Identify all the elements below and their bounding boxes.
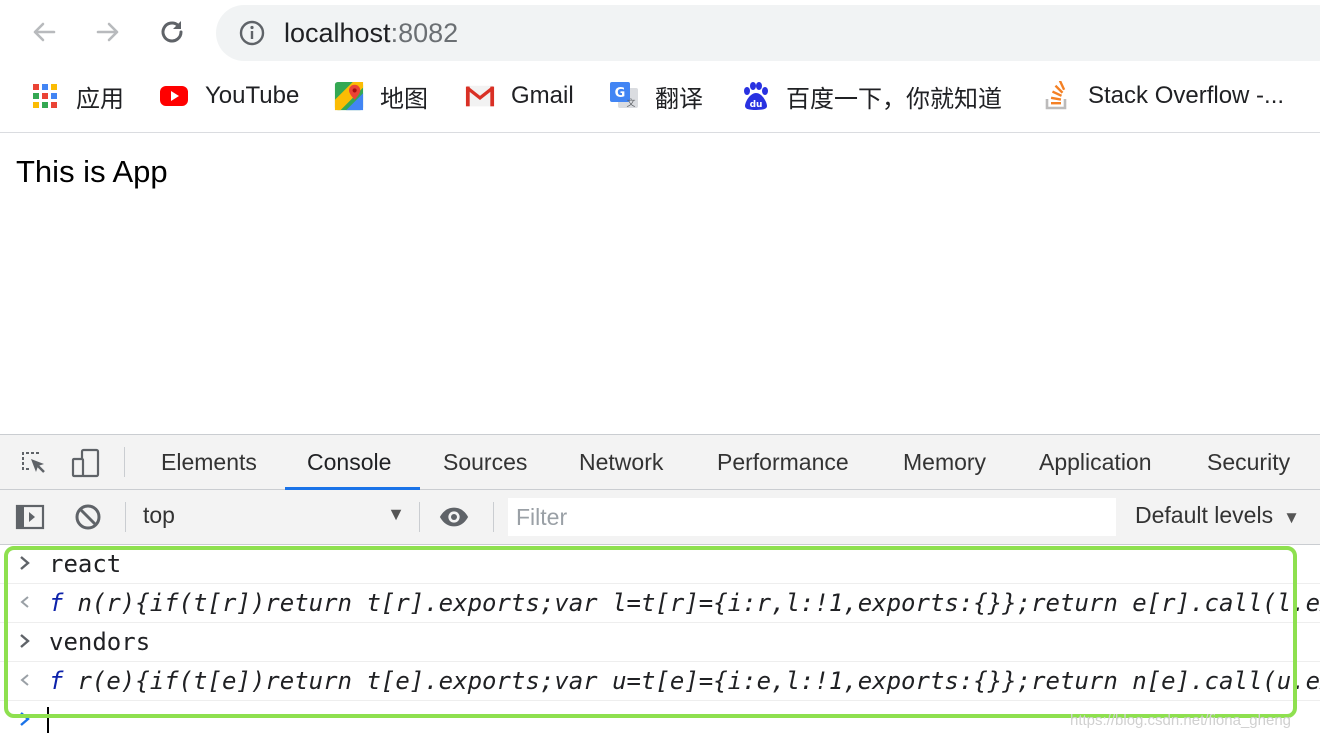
bookmark-label: 地图 (380, 85, 428, 113)
clear-console-button[interactable] (72, 501, 104, 533)
baidu-paw-icon: du (740, 81, 770, 111)
url-host: localhost (284, 18, 391, 48)
google-maps-icon (334, 81, 364, 111)
site-info-icon[interactable] (238, 19, 266, 47)
bookmark-label: 百度一下，你就知道 (786, 85, 1002, 113)
bookmark-gmail[interactable]: Gmail (465, 80, 574, 112)
tab-sources[interactable]: Sources (443, 435, 527, 489)
page-heading: This is App (16, 154, 168, 189)
context-selector[interactable]: top ▼ (143, 502, 405, 532)
text-caret (47, 707, 49, 733)
bookmarks-bar: 应用 YouTube 地图 Gmail G 文 翻译 du 百度一下，你就知道 … (0, 66, 1320, 133)
filter-box (508, 498, 1116, 536)
live-expression-button[interactable] (438, 501, 470, 533)
youtube-icon (159, 81, 189, 111)
devtools-panel: Elements Console Sources Network Perform… (0, 434, 1320, 741)
result-arrow-icon (20, 674, 29, 686)
bookmark-youtube[interactable]: YouTube (159, 80, 299, 112)
tab-performance[interactable]: Performance (717, 435, 849, 489)
function-prefix: f (49, 589, 64, 617)
function-prefix: f (49, 667, 64, 695)
sidebar-toggle-icon (15, 504, 45, 530)
console-result: f r(e){if(t[e])return t[e].exports;var u=… (49, 666, 1320, 696)
dropdown-triangle-icon: ▼ (387, 504, 405, 524)
browser-toolbar: localhost:8082 (0, 0, 1320, 66)
console-toolbar: top ▼ Default levels ▼ (0, 490, 1320, 545)
back-button[interactable] (26, 14, 62, 50)
dropdown-triangle-icon: ▼ (1283, 508, 1300, 527)
console-result-row[interactable]: f n(r){if(t[r])return t[r].exports;var l=… (0, 584, 1320, 623)
prompt-chevron-icon (20, 556, 30, 570)
bookmark-label: 翻译 (655, 85, 703, 113)
inspect-cursor-icon (22, 452, 45, 473)
prompt-chevron-icon (20, 634, 30, 648)
tab-console[interactable]: Console (307, 435, 391, 489)
toolbar-divider (125, 502, 126, 532)
bookmark-stackoverflow[interactable]: Stack Overflow -... (1042, 80, 1284, 112)
stackoverflow-icon (1042, 81, 1072, 111)
context-value: top (143, 502, 175, 528)
devtools-tabbar: Elements Console Sources Network Perform… (0, 435, 1320, 490)
device-mobile-icon (71, 448, 100, 478)
tab-network[interactable]: Network (579, 435, 663, 489)
address-bar[interactable]: localhost:8082 (216, 5, 1320, 61)
arrow-right-icon (96, 22, 119, 42)
svg-text:文: 文 (626, 97, 635, 109)
console-command: react (49, 550, 122, 578)
inspect-element-button[interactable] (18, 447, 50, 479)
arrow-left-icon (33, 22, 56, 42)
console-result-row[interactable]: f r(e){if(t[e])return t[e].exports;var u=… (0, 662, 1320, 701)
log-levels-label: Default levels (1135, 502, 1274, 528)
function-source: n(r){if(t[r])return t[r].exports;var l=t… (77, 589, 1320, 617)
console-input-row: vendors (0, 623, 1320, 662)
block-icon (75, 504, 101, 530)
svg-text:G: G (615, 86, 626, 101)
url-text[interactable]: localhost:8082 (284, 18, 458, 48)
google-translate-icon: G 文 (609, 81, 639, 111)
reload-icon (161, 21, 183, 43)
bookmark-label: Gmail (511, 82, 574, 109)
bookmark-label: Stack Overflow -... (1088, 82, 1285, 109)
gmail-icon (465, 81, 495, 111)
toolbar-divider (493, 502, 494, 532)
toolbar-divider (419, 502, 420, 532)
tab-security[interactable]: Security (1207, 435, 1290, 489)
url-port: :8082 (390, 18, 459, 48)
function-source: r(e){if(t[e])return t[e].exports;var u=t… (77, 667, 1320, 695)
apps-grid-icon (30, 81, 60, 111)
prompt-chevron-icon (20, 712, 30, 726)
eye-icon (439, 507, 469, 527)
bookmark-label: YouTube (205, 82, 300, 109)
bookmark-maps[interactable]: 地图 (334, 80, 428, 113)
tab-memory[interactable]: Memory (903, 435, 986, 489)
console-result: f n(r){if(t[r])return t[r].exports;var l=… (49, 588, 1320, 618)
console-input-row: react (0, 545, 1320, 584)
bookmark-baidu[interactable]: du 百度一下，你就知道 (740, 80, 1002, 113)
tab-elements[interactable]: Elements (161, 435, 257, 489)
toolbar-divider (124, 447, 125, 477)
reload-button[interactable] (154, 14, 190, 50)
bookmark-translate[interactable]: G 文 翻译 (609, 80, 703, 113)
log-levels-dropdown[interactable]: Default levels ▼ (1135, 502, 1300, 529)
console-command: vendors (49, 628, 151, 656)
filter-input[interactable] (508, 498, 1116, 536)
bookmark-label: 应用 (76, 85, 124, 113)
watermark: https://blog.csdn.net/fiona_gheng (1070, 712, 1292, 729)
result-arrow-icon (20, 596, 29, 608)
bookmark-apps[interactable]: 应用 (30, 80, 124, 113)
forward-button[interactable] (90, 14, 126, 50)
device-toolbar-button[interactable] (70, 447, 102, 479)
svg-text:du: du (750, 100, 763, 110)
toggle-sidebar-button[interactable] (14, 501, 46, 533)
tab-application[interactable]: Application (1039, 435, 1152, 489)
